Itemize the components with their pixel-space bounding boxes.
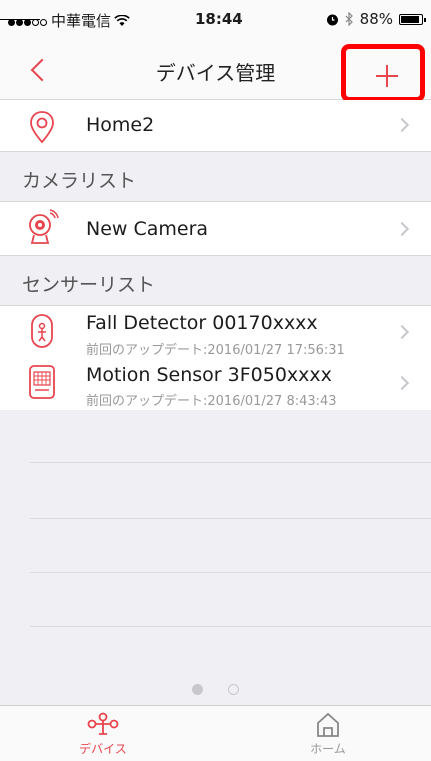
home-label: Home2 bbox=[86, 114, 155, 136]
sensor-section-title: センサーリスト bbox=[22, 274, 156, 296]
carrier-name: 中華電信 bbox=[51, 12, 112, 30]
battery-icon bbox=[399, 13, 426, 25]
home-icon bbox=[317, 712, 339, 737]
battery-level bbox=[401, 15, 419, 23]
camera-section-title: カメラリスト bbox=[22, 170, 137, 192]
home-row[interactable]: Home2 bbox=[0, 100, 431, 152]
sensor-section-header: センサーリスト bbox=[0, 256, 431, 306]
navigation-bar: デバイス管理 bbox=[0, 40, 431, 102]
page-dot-inactive[interactable] bbox=[228, 684, 240, 695]
camera-row[interactable]: New Camera bbox=[0, 202, 431, 256]
wifi-icon bbox=[114, 14, 130, 26]
tab-home-label: ホーム bbox=[310, 742, 346, 756]
bluetooth-icon bbox=[345, 12, 353, 26]
divider bbox=[30, 626, 431, 627]
chevron-right-icon bbox=[394, 324, 410, 340]
chevron-right-icon bbox=[394, 117, 410, 133]
divider bbox=[0, 19, 40, 20]
status-time: 18:44 bbox=[195, 10, 243, 28]
divider bbox=[30, 572, 431, 573]
camera-section-header: カメラリスト bbox=[0, 152, 431, 202]
tab-bar: デバイス ホーム bbox=[0, 705, 431, 761]
devices-icon bbox=[87, 712, 119, 735]
divider bbox=[30, 462, 431, 463]
status-bar: 中華電信 18:44 88% bbox=[0, 0, 431, 40]
sensor-row[interactable]: Fall Detector 00170xxxx 前回のアップデート:2016/0… bbox=[0, 306, 431, 360]
signal-strength-icon bbox=[8, 12, 48, 30]
chevron-right-icon bbox=[394, 221, 410, 237]
camera-icon bbox=[29, 209, 59, 244]
location-pin-icon bbox=[30, 111, 54, 144]
chevron-right-icon bbox=[394, 375, 410, 391]
empty-list-area bbox=[0, 410, 431, 705]
tab-devices-label: デバイス bbox=[79, 742, 127, 756]
tab-devices[interactable]: デバイス bbox=[43, 712, 163, 761]
sensor-label: Motion Sensor 3F050xxxx bbox=[86, 364, 332, 386]
status-left: 中華電信 bbox=[8, 10, 130, 31]
camera-label: New Camera bbox=[86, 218, 209, 240]
battery-percent: 88% bbox=[359, 10, 393, 28]
fall-detector-icon bbox=[31, 314, 53, 348]
alarm-icon bbox=[326, 14, 338, 25]
divider bbox=[30, 518, 431, 519]
tab-home[interactable]: ホーム bbox=[268, 712, 388, 761]
sensor-row[interactable]: Motion Sensor 3F050xxxx 前回のアップデート:2016/0… bbox=[0, 360, 431, 410]
sensor-last-update: 前回のアップデート:2016/01/27 8:43:43 bbox=[86, 394, 337, 409]
page-dot-active[interactable] bbox=[191, 684, 203, 695]
motion-sensor-icon bbox=[29, 365, 55, 399]
sensor-last-update: 前回のアップデート:2016/01/27 17:56:31 bbox=[86, 343, 345, 358]
page-indicator[interactable] bbox=[0, 680, 431, 699]
status-right: 88% bbox=[326, 10, 426, 28]
add-device-button[interactable] bbox=[341, 44, 425, 102]
sensor-label: Fall Detector 00170xxxx bbox=[86, 312, 318, 334]
